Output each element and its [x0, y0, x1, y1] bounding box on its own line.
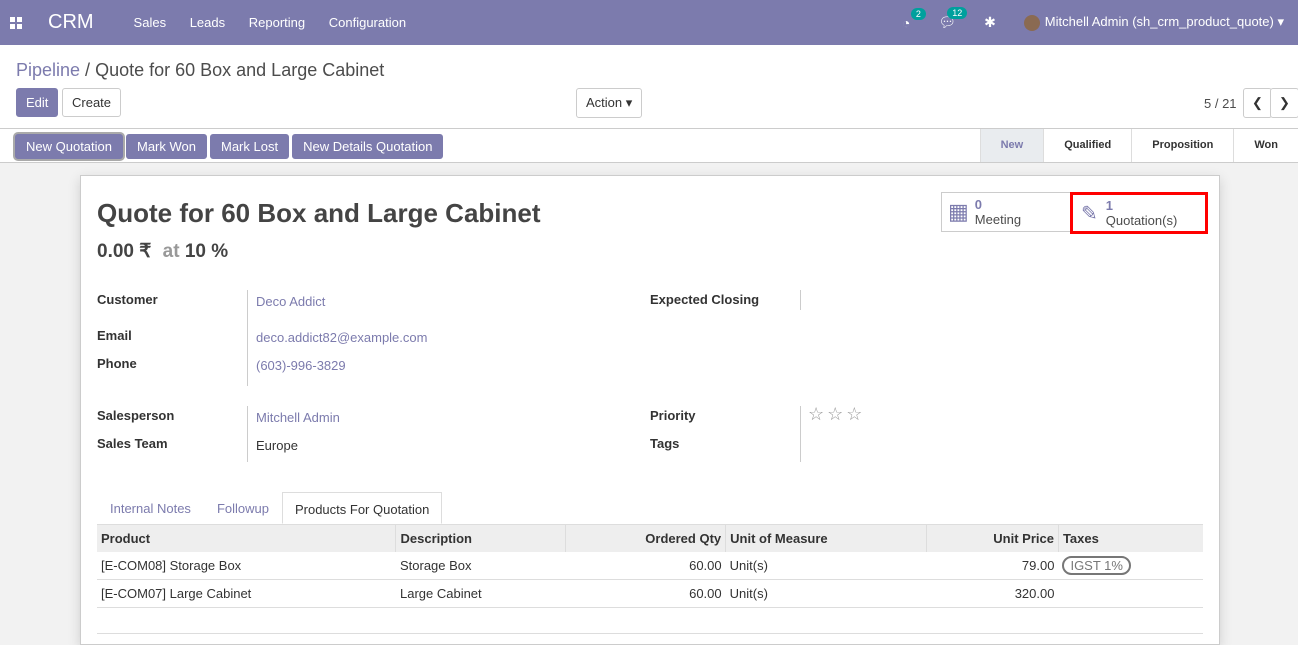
- cell-price: 79.00: [926, 552, 1059, 580]
- col-unit-price[interactable]: Unit Price: [926, 525, 1059, 552]
- tab-internal-notes[interactable]: Internal Notes: [97, 492, 204, 524]
- cell-qty: 60.00: [565, 552, 726, 580]
- col-ordered-qty[interactable]: Ordered Qty: [564, 525, 726, 552]
- tags-label: Tags: [650, 436, 680, 451]
- messages-badge: 12: [947, 7, 968, 19]
- cell-product: [E-COM08] Storage Box: [97, 552, 396, 580]
- app-name[interactable]: CRM: [48, 11, 94, 34]
- action-dropdown[interactable]: Action ▾: [576, 88, 643, 118]
- top-navbar: CRM Sales Leads Reporting Configuration …: [0, 0, 1298, 45]
- menu-reporting[interactable]: Reporting: [249, 15, 305, 30]
- phone-label: Phone: [97, 356, 137, 371]
- col-uom[interactable]: Unit of Measure: [725, 525, 927, 552]
- edit-button[interactable]: Edit: [16, 88, 59, 117]
- apps-menu-icon[interactable]: [10, 16, 22, 29]
- user-menu[interactable]: Mitchell Admin (sh_crm_product_quote) ▾: [1023, 14, 1284, 31]
- statusbar: New Quotation Mark Won Mark Lost New Det…: [0, 129, 1298, 163]
- probability-value: 10 %: [184, 241, 229, 262]
- new-details-quotation-button[interactable]: New Details Quotation: [292, 134, 444, 159]
- meeting-count: 0: [974, 197, 983, 212]
- pager-value: 5 / 21: [1204, 96, 1237, 111]
- quotations-smart-button[interactable]: ✎ 1 Quotation(s): [1070, 192, 1208, 234]
- salesperson-label: Salesperson: [97, 408, 175, 423]
- pager-previous-button[interactable]: ❮: [1243, 88, 1272, 118]
- user-name: Mitchell Admin (sh_crm_product_quote): [1044, 14, 1274, 30]
- menu-sales[interactable]: Sales: [134, 15, 167, 30]
- breadcrumb: Pipeline / Quote for 60 Box and Large Ca…: [16, 60, 385, 80]
- create-button[interactable]: Create: [62, 88, 122, 117]
- col-description[interactable]: Description: [395, 525, 566, 552]
- email-field[interactable]: deco.addict82@example.com: [256, 330, 427, 345]
- cell-description: Large Cabinet: [395, 579, 566, 608]
- tab-products-for-quotation[interactable]: Products For Quotation: [281, 492, 443, 524]
- col-taxes[interactable]: Taxes: [1057, 525, 1203, 552]
- stage-proposition[interactable]: Proposition: [1131, 129, 1233, 162]
- salesperson-field[interactable]: Mitchell Admin: [256, 410, 340, 425]
- stage-new[interactable]: New: [979, 129, 1044, 162]
- opportunity-title: Quote for 60 Box and Large Cabinet: [97, 198, 541, 228]
- priority-stars-icon[interactable]: ☆☆☆: [808, 404, 865, 425]
- avatar: [1023, 14, 1040, 31]
- expected-revenue: 0.00 ₹ at 10 %: [97, 240, 228, 263]
- cell-qty: 60.00: [565, 579, 726, 608]
- table-row[interactable]: [E-COM08] Storage Box Storage Box 60.00 …: [97, 552, 1203, 580]
- expected-closing-label: Expected Closing: [650, 292, 760, 307]
- control-panel: Pipeline / Quote for 60 Box and Large Ca…: [0, 45, 1298, 129]
- activity-clock-icon[interactable]: ◔ 2: [902, 7, 926, 31]
- debug-bug-icon[interactable]: ✱: [984, 14, 996, 31]
- stage-qualified[interactable]: Qualified: [1043, 129, 1131, 162]
- email-label: Email: [97, 328, 132, 343]
- cell-product: [E-COM07] Large Cabinet: [97, 579, 396, 608]
- activity-badge: 2: [910, 7, 926, 20]
- cell-taxes: [1058, 579, 1203, 608]
- messages-icon[interactable]: 💬︎ 12: [938, 7, 968, 31]
- action-label: Action: [586, 95, 623, 110]
- stage-won[interactable]: Won: [1233, 129, 1298, 162]
- at-label: at: [162, 241, 180, 262]
- cell-uom: Unit(s): [725, 552, 927, 580]
- quotation-label: Quotation(s): [1105, 213, 1178, 228]
- breadcrumb-current: Quote for 60 Box and Large Cabinet: [95, 60, 385, 80]
- tab-followup[interactable]: Followup: [204, 492, 282, 524]
- cell-description: Storage Box: [395, 552, 566, 580]
- customer-label: Customer: [97, 292, 158, 307]
- mark-won-button[interactable]: Mark Won: [126, 134, 207, 159]
- calendar-icon: ▦: [948, 199, 969, 224]
- tax-badge: IGST 1%: [1062, 556, 1131, 575]
- pager-next-button[interactable]: ❯: [1270, 88, 1298, 118]
- new-quotation-button[interactable]: New Quotation: [15, 134, 123, 159]
- revenue-value: 0.00 ₹: [97, 241, 152, 262]
- form-sheet: ▦ 0 Meeting ✎ 1 Quotation(s) Quote for 60 …: [80, 175, 1220, 645]
- sales-team-field[interactable]: Europe: [256, 438, 298, 453]
- priority-label: Priority: [650, 408, 696, 423]
- phone-field[interactable]: (603)-996-3829: [256, 358, 346, 373]
- customer-field[interactable]: Deco Addict: [256, 294, 325, 309]
- breadcrumb-pipeline[interactable]: Pipeline: [16, 60, 80, 80]
- table-row[interactable]: [E-COM07] Large Cabinet Large Cabinet 60…: [97, 579, 1203, 608]
- edit-pencil-icon: ✎: [1081, 202, 1098, 225]
- menu-leads[interactable]: Leads: [190, 15, 225, 30]
- products-table: Product Description Ordered Qty Unit of …: [97, 525, 1203, 634]
- col-product[interactable]: Product: [97, 525, 396, 552]
- meeting-smart-button[interactable]: ▦ 0 Meeting: [941, 192, 1071, 232]
- sales-team-label: Sales Team: [97, 436, 168, 451]
- quotation-count: 1: [1105, 198, 1113, 213]
- mark-lost-button[interactable]: Mark Lost: [210, 134, 290, 159]
- menu-configuration[interactable]: Configuration: [329, 15, 406, 30]
- cell-uom: Unit(s): [725, 579, 927, 608]
- meeting-label: Meeting: [974, 212, 1022, 227]
- cell-price: 320.00: [926, 579, 1059, 608]
